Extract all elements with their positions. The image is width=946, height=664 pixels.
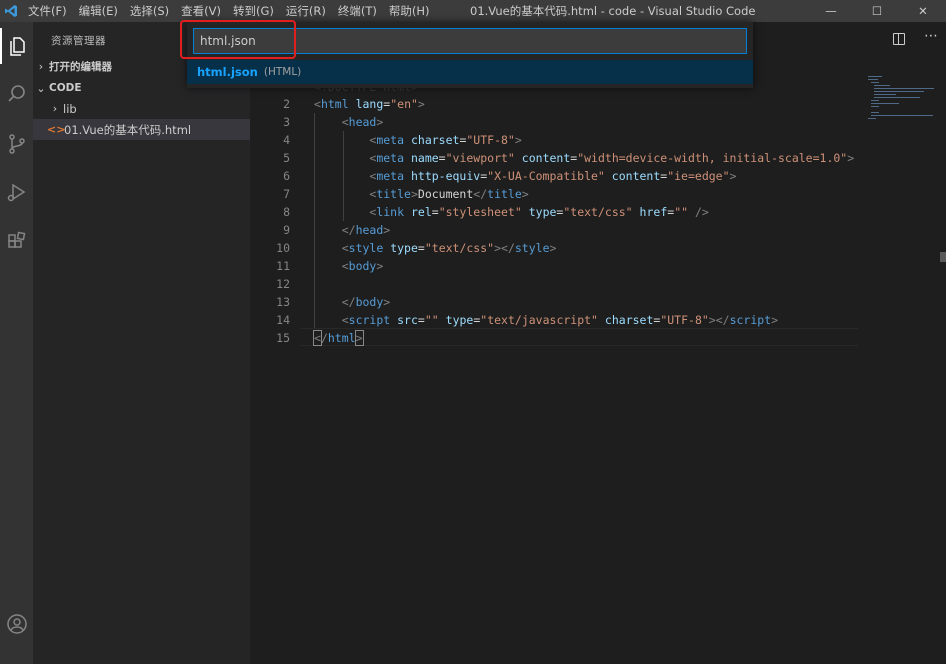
editor-area[interactable]: ⋯ 2 <html lang="en"> 3 <head> 4 <meta cha… bbox=[250, 22, 946, 664]
menu-help[interactable]: 帮助(H) bbox=[383, 0, 436, 22]
menu-edit[interactable]: 编辑(E) bbox=[73, 0, 124, 22]
result-description: (HTML) bbox=[263, 66, 302, 78]
menu-run[interactable]: 运行(R) bbox=[280, 0, 332, 22]
menu-bar: 文件(F) 编辑(E) 选择(S) 查看(V) 转到(G) 运行(R) 终端(T… bbox=[22, 0, 435, 22]
account-icon[interactable] bbox=[0, 606, 33, 642]
close-window-button[interactable]: ✕ bbox=[900, 0, 946, 22]
code-line: 9 </head> bbox=[283, 223, 391, 237]
split-editor-icon[interactable] bbox=[893, 33, 905, 45]
code-line: 14 <script src="" type="text/javascript"… bbox=[276, 313, 779, 327]
tree-item-label: 01.Vue的基本代码.html bbox=[64, 122, 192, 137]
vscode-logo-icon bbox=[0, 0, 22, 22]
open-editors-label: 打开的编辑器 bbox=[49, 60, 112, 73]
search-icon[interactable] bbox=[0, 76, 33, 112]
chevron-down-icon: ⌄ bbox=[36, 81, 46, 95]
chevron-right-icon: › bbox=[38, 59, 44, 73]
explorer-sidebar: 资源管理器 › 打开的编辑器 ⌄ CODE › lib <> 01.Vue的基本… bbox=[33, 22, 250, 664]
vertical-scrollbar[interactable] bbox=[938, 74, 946, 664]
window-title: 01.Vue的基本代码.html - code - Visual Studio … bbox=[470, 4, 756, 18]
code-line: 2 <html lang="en"> bbox=[283, 97, 425, 111]
files-icon[interactable] bbox=[0, 28, 33, 64]
code-line: 8 <link rel="stylesheet" type="text/css"… bbox=[283, 205, 709, 219]
menu-selection[interactable]: 选择(S) bbox=[124, 0, 175, 22]
tree-item-html-file[interactable]: <> 01.Vue的基本代码.html bbox=[33, 119, 250, 140]
tree-item-lib[interactable]: › lib bbox=[33, 98, 250, 119]
menu-view[interactable]: 查看(V) bbox=[175, 0, 227, 22]
window-controls: — ☐ ✕ bbox=[808, 0, 946, 22]
code-line: 5 <meta name="viewport" content="width=d… bbox=[283, 151, 855, 165]
highlight-annotation-box bbox=[180, 20, 296, 59]
quick-open-result[interactable]: html.json (HTML) bbox=[187, 60, 753, 84]
code-line: 7 <title>Document</title> bbox=[283, 187, 529, 201]
source-control-icon[interactable] bbox=[0, 126, 33, 162]
html-file-icon: <> bbox=[47, 123, 66, 136]
code-line: 12 bbox=[276, 277, 290, 291]
extensions-icon[interactable] bbox=[0, 224, 33, 260]
run-debug-icon[interactable] bbox=[0, 174, 33, 210]
code-line: 6 <meta http-equiv="X-UA-Compatible" con… bbox=[283, 169, 737, 183]
maximize-button[interactable]: ☐ bbox=[854, 0, 900, 22]
menu-file[interactable]: 文件(F) bbox=[22, 0, 73, 22]
minimap[interactable] bbox=[866, 74, 938, 134]
chevron-right-icon: › bbox=[52, 102, 58, 115]
code-line: 10 <style type="text/css"></style> bbox=[276, 241, 557, 255]
folder-label: CODE bbox=[49, 82, 82, 94]
tree-item-label: lib bbox=[63, 101, 77, 116]
title-bar: 文件(F) 编辑(E) 选择(S) 查看(V) 转到(G) 运行(R) 终端(T… bbox=[0, 0, 946, 22]
code-line: 13 </body> bbox=[276, 295, 391, 309]
more-actions-icon[interactable]: ⋯ bbox=[924, 28, 939, 44]
code-line: 3 <head> bbox=[283, 115, 384, 129]
result-name: html.json bbox=[197, 65, 258, 79]
code-line: 4 <meta charset="UTF-8"> bbox=[283, 133, 522, 147]
menu-go[interactable]: 转到(G) bbox=[227, 0, 280, 22]
code-line: 15 </html> bbox=[276, 330, 364, 346]
menu-terminal[interactable]: 终端(T) bbox=[332, 0, 383, 22]
code-line: 11 <body> bbox=[276, 259, 384, 273]
explorer-title: 资源管理器 bbox=[51, 35, 106, 47]
scrollbar-thumb[interactable] bbox=[940, 252, 946, 262]
minimize-button[interactable]: — bbox=[808, 0, 854, 22]
activity-bar bbox=[0, 22, 33, 664]
